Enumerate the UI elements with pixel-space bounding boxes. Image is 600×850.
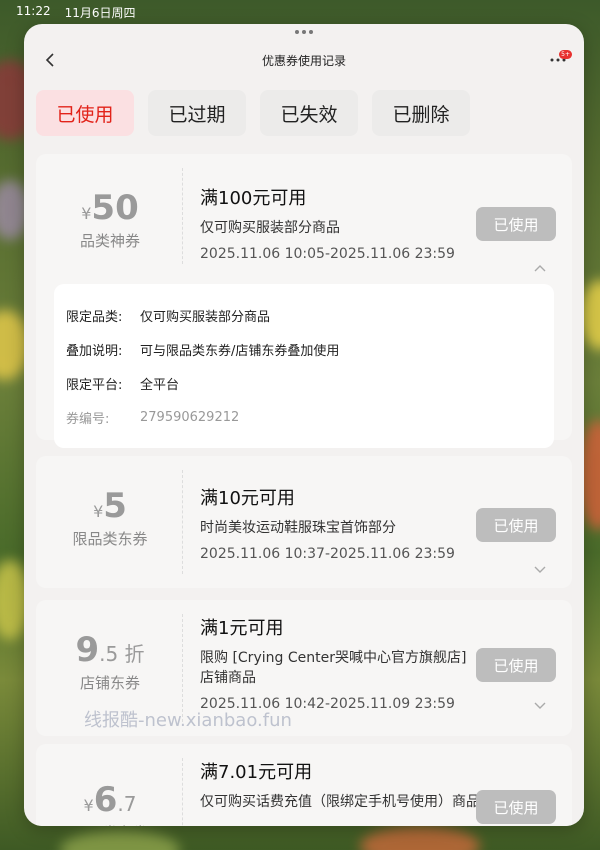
coupon-date: 2025.11.06 10:37-2025.11.06 23:59 [200, 546, 455, 562]
coupon-date: 2025.11.06 10:05-2025.11.06 23:59 [200, 246, 455, 262]
tab-deleted[interactable]: 已删除 [372, 90, 470, 136]
detail-value: 仅可购买服装部分商品 [140, 309, 271, 325]
detail-value: 全平台 [140, 377, 180, 393]
status-bar: 11:22 11月6日周四 [0, 0, 600, 24]
detail-value: 可与限品类东券/店铺东券叠加使用 [140, 343, 340, 359]
watermark: 线报酷-new.xianbao.fun [84, 710, 292, 731]
coupon-type: 限品类东券 [72, 530, 148, 548]
detail-key: 叠加说明: [66, 343, 123, 359]
back-icon[interactable] [38, 48, 62, 72]
coupon-value: ¥50 品类神券 [36, 188, 184, 251]
collapse-chevron-icon[interactable] [532, 260, 548, 276]
message-badge: 5+ [559, 50, 572, 59]
coupon-amount: 6 [93, 780, 118, 820]
detail-row: 限定平台: 全平台 [66, 366, 542, 400]
coupon-divider [182, 470, 183, 574]
window-grab-handle[interactable] [295, 30, 313, 34]
coupon-amount: 9 [75, 630, 100, 670]
coupon-card: ¥6.7 限品类东券 满7.01元可用 仅可购买话费充值（限绑定手机号使用）商品… [36, 744, 572, 826]
coupon-type: 店铺东券 [79, 674, 140, 692]
tab-expired[interactable]: 已过期 [148, 90, 246, 136]
expand-chevron-icon[interactable] [532, 562, 548, 578]
coupon-currency: ¥ [93, 502, 104, 521]
coupon-type: 限品类东券 [36, 822, 184, 826]
detail-row: 叠加说明: 可与限品类东券/店铺东券叠加使用 [66, 332, 542, 366]
tab-bar: 已使用 已过期 已失效 已删除 [36, 90, 470, 136]
coupon-title: 满1元可用 [200, 618, 284, 639]
coupon-value: 9.5 折 店铺东券 [36, 630, 184, 693]
coupon-amount: 50 [91, 188, 139, 228]
status-date: 11月6日周四 [64, 6, 136, 20]
coupon-desc: 仅可购买服装部分商品 [200, 220, 340, 236]
coupon-currency: ¥ [83, 796, 94, 815]
coupon-currency: ¥ [81, 204, 92, 223]
page-title: 优惠券使用记录 [261, 53, 346, 68]
expand-chevron-icon[interactable] [532, 698, 548, 714]
coupon-amount-suffix: .5 折 [99, 642, 145, 666]
status-time: 11:22 [16, 4, 51, 18]
detail-key: 限定平台: [66, 377, 123, 393]
tab-used[interactable]: 已使用 [36, 90, 134, 136]
coupon-desc: 仅可购买话费充值（限绑定手机号使用）商品 [200, 794, 480, 810]
coupon-value: ¥6.7 限品类东券 [36, 780, 184, 826]
coupon-desc: 限购 [Crying Center哭喊中心官方旗舰店] 店铺商品 [200, 650, 467, 686]
coupon-type: 品类神券 [79, 232, 140, 250]
detail-key: 限定品类: [66, 309, 123, 325]
coupon-title: 满100元可用 [200, 188, 307, 209]
coupon-desc: 时尚美妆运动鞋服珠宝首饰部分 [200, 520, 396, 536]
coupon-divider [182, 168, 183, 264]
coupon-card: ¥50 品类神券 满100元可用 仅可购买服装部分商品 2025.11.06 1… [36, 154, 572, 448]
tab-invalid[interactable]: 已失效 [260, 90, 358, 136]
coupon-detail-panel: 限定品类: 仅可购买服装部分商品 叠加说明: 可与限品类东券/店铺东券叠加使用 … [54, 284, 554, 448]
coupon-value: ¥5 限品类东券 [36, 486, 184, 549]
coupon-card: ¥5 限品类东券 满10元可用 时尚美妆运动鞋服珠宝首饰部分 2025.11.0… [36, 456, 572, 588]
coupon-title: 满7.01元可用 [200, 762, 313, 783]
coupon-amount: 5 [103, 486, 127, 526]
detail-row: 限定品类: 仅可购买服装部分商品 [66, 298, 542, 332]
detail-row: 券编号: 279590629212 [66, 400, 542, 434]
coupon-used-button[interactable]: 已使用 [476, 790, 556, 824]
detail-key: 券编号: [66, 411, 110, 427]
coupon-used-button[interactable]: 已使用 [476, 648, 556, 682]
coupon-title: 满10元可用 [200, 488, 295, 509]
coupon-divider [182, 758, 183, 826]
more-icon[interactable]: 5+ [546, 48, 572, 72]
nav-bar: 优惠券使用记录 5+ [24, 38, 584, 82]
coupon-amount-suffix: .7 [117, 792, 137, 816]
coupon-used-button[interactable]: 已使用 [476, 508, 556, 542]
coupon-used-button[interactable]: 已使用 [476, 207, 556, 241]
coupon-number: 279590629212 [140, 409, 240, 425]
